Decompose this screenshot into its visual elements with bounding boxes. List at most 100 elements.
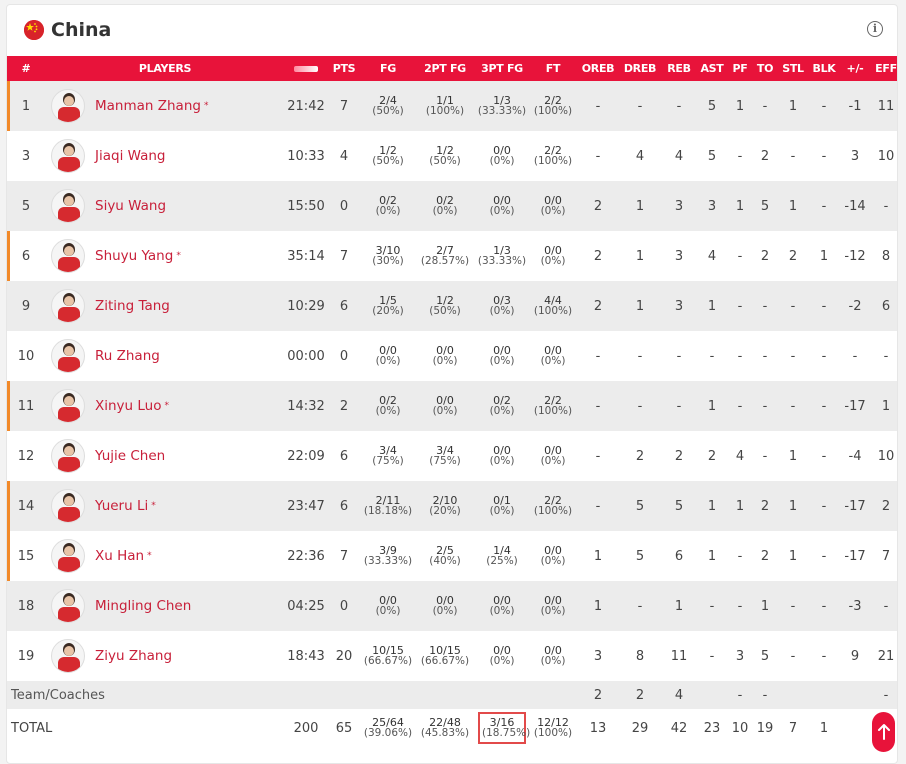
header-fg[interactable]: FG	[361, 56, 415, 81]
free-throws-percentage: (100%)	[533, 155, 573, 167]
stat-oreb: 2	[593, 198, 603, 214]
table-row[interactable]: 3 Jiaqi Wang 10:33 4 1/2 (50%) 1/2 (50%) 0/0 (0%)…	[7, 131, 897, 181]
table-row[interactable]: 5 Siyu Wang 15:50 0 0/2 (0%) 0/2 (0%) 0/0 (0%) 0/0…	[7, 181, 897, 231]
header-eff[interactable]: EFF	[871, 56, 897, 81]
header-minutes[interactable]	[285, 56, 327, 81]
minutes: 22:36	[287, 548, 325, 564]
free-throws-percentage: (100%)	[533, 105, 573, 117]
three-point-fg-percentage: (0%)	[489, 205, 515, 217]
table-row[interactable]: 11 Xinyu Luo * 14:32 2 0/2 (0%) 0/0 (0%) 0/2 (0%) 2…	[7, 381, 897, 431]
stat-eff: 21	[877, 648, 895, 664]
table-row[interactable]: 12 Yujie Chen 22:09 6 3/4 (75%) 3/4 (75%) 0/0 (0%…	[7, 431, 897, 481]
three-point-fg: 0/0 (0%)	[475, 581, 529, 631]
player-name-link[interactable]: Ziyu Zhang	[95, 648, 172, 664]
player-name-link[interactable]: Mingling Chen	[95, 598, 191, 614]
stat-blk: -	[821, 448, 827, 464]
player-name-link[interactable]: Manman Zhang	[95, 98, 201, 114]
stat-pf: -	[737, 398, 743, 414]
stat-eff: 6	[881, 298, 891, 314]
stat-pm: -3	[848, 598, 862, 614]
player-name-link[interactable]: Shuyu Yang	[95, 248, 173, 264]
header-2pt-fg[interactable]: 2PT FG	[415, 56, 475, 81]
stat-eff: 2	[881, 498, 891, 514]
player-cell: Jiaqi Wang	[45, 131, 285, 181]
minutes: 04:25	[287, 598, 325, 614]
header-to[interactable]: TO	[753, 56, 777, 81]
starter-marker: *	[151, 501, 156, 511]
header-reb[interactable]: REB	[661, 56, 697, 81]
header-ft[interactable]: FT	[529, 56, 577, 81]
table-row[interactable]: 14 Yueru Li * 23:47 6 2/11 (18.18%) 2/10 (20%) 0/…	[7, 481, 897, 531]
table-row[interactable]: 9 Ziting Tang 10:29 6 1/5 (20%) 1/2 (50%) 0/3 (0%…	[7, 281, 897, 331]
header-dreb[interactable]: DREB	[619, 56, 661, 81]
team-header: China i	[7, 5, 897, 56]
table-row[interactable]: 19 Ziyu Zhang 18:43 20 10/15 (66.67%) 10/15 (66…	[7, 631, 897, 681]
stat-pm: -	[852, 348, 858, 364]
player-name-link[interactable]: Yujie Chen	[95, 448, 165, 464]
header-pts[interactable]: PTS	[327, 56, 361, 81]
three-point-fg-percentage: (0%)	[489, 655, 515, 667]
free-throws: 0/0 (0%)	[529, 181, 577, 231]
player-name-link[interactable]: Jiaqi Wang	[95, 148, 166, 164]
stat-dreb: -	[637, 98, 643, 114]
stat-stl: -	[790, 598, 796, 614]
free-throws-percentage: (100%)	[533, 505, 573, 517]
stat-ast: 3	[707, 198, 717, 214]
table-row[interactable]: 10 Ru Zhang 00:00 0 0/0 (0%) 0/0 (0%) 0/0 (0%) 0/0…	[7, 331, 897, 381]
points: 6	[339, 298, 349, 314]
two-point-fg: 2/5 (40%)	[415, 531, 475, 581]
stat-stl: -	[790, 298, 796, 314]
field-goals: 2/11 (18.18%)	[361, 481, 415, 531]
player-name-link[interactable]: Yueru Li	[95, 498, 148, 514]
player-name-link[interactable]: Xu Han	[95, 548, 144, 564]
stat-stl: 2	[788, 248, 798, 264]
header-players[interactable]: PLAYERS	[45, 56, 285, 81]
header--[interactable]: +/-	[839, 56, 871, 81]
stat-stl: 1	[788, 448, 798, 464]
stat-blk: -	[821, 198, 827, 214]
player-name-link[interactable]: Ziting Tang	[95, 298, 170, 314]
stat-to: 2	[760, 498, 770, 514]
three-point-fg: 0/0 (0%)	[475, 131, 529, 181]
header--[interactable]: #	[7, 56, 45, 81]
header-ast[interactable]: AST	[697, 56, 727, 81]
table-row[interactable]: 15 Xu Han * 22:36 7 3/9 (33.33%) 2/5 (40%) 1/4 (25…	[7, 531, 897, 581]
minutes: 18:43	[287, 648, 325, 664]
header-oreb[interactable]: OREB	[577, 56, 619, 81]
stat-dreb: 8	[635, 648, 645, 664]
stat-reb: -	[676, 398, 682, 414]
table-row[interactable]: 1 Manman Zhang * 21:42 7 2/4 (50%) 1/1 (100%) 1/3…	[7, 81, 897, 131]
stat-pm: -4	[848, 448, 862, 464]
header-3pt-fg[interactable]: 3PT FG	[475, 56, 529, 81]
stat-ast: 1	[707, 498, 717, 514]
player-cell: Manman Zhang *	[45, 81, 285, 131]
jersey-number: 14	[7, 481, 45, 531]
stat-pf: -	[737, 298, 743, 314]
player-name-link[interactable]: Ru Zhang	[95, 348, 160, 364]
stat-dreb: 5	[635, 498, 645, 514]
two-point-fg: 0/2 (0%)	[415, 181, 475, 231]
header-stl[interactable]: STL	[777, 56, 809, 81]
total-pm	[839, 709, 871, 747]
player-name-link[interactable]: Siyu Wang	[95, 198, 166, 214]
field-goals-percentage: (33.33%)	[363, 555, 413, 567]
box-score-card: China i # PLAYERS PTS FG 2PT FG 3PT FG FT OREB D…	[6, 4, 898, 764]
header-pf[interactable]: PF	[727, 56, 753, 81]
stat-eff: -	[883, 348, 889, 364]
scroll-top-button[interactable]	[872, 712, 895, 752]
player-name-link[interactable]: Xinyu Luo	[95, 398, 162, 414]
free-throws-percentage: (0%)	[540, 255, 566, 267]
table-row[interactable]: 6 Shuyu Yang * 35:14 7 3/10 (30%) 2/7 (28.57%) 1/…	[7, 231, 897, 281]
starter-marker: *	[164, 401, 170, 411]
stat-stl: 1	[788, 548, 798, 564]
header-blk[interactable]: BLK	[809, 56, 839, 81]
free-throws: 2/2 (100%)	[529, 81, 577, 131]
stat-oreb: 3	[593, 648, 603, 664]
stat-eff: 10	[877, 148, 895, 164]
field-goals: 0/0 (0%)	[361, 331, 415, 381]
coach-stl	[777, 681, 809, 709]
info-icon[interactable]: i	[867, 21, 883, 37]
china-flag-icon	[24, 20, 44, 40]
table-row[interactable]: 18 Mingling Chen 04:25 0 0/0 (0%) 0/0 (0%) 0/0 (0…	[7, 581, 897, 631]
jersey-number: 18	[17, 598, 35, 614]
